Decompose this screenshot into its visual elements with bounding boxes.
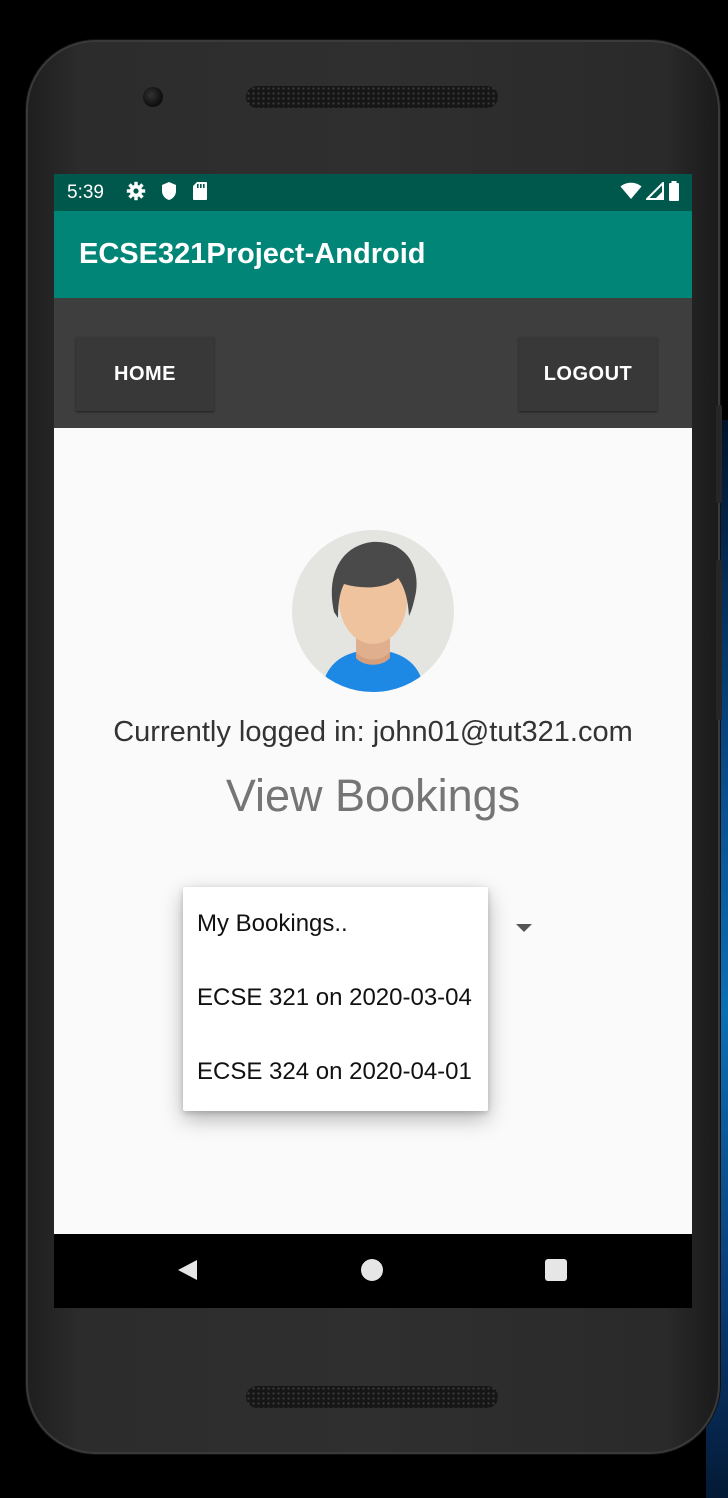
top-speaker-grille — [246, 86, 498, 108]
home-button[interactable]: HOME — [76, 337, 214, 411]
system-nav-bar — [54, 1234, 692, 1308]
back-icon[interactable] — [176, 1259, 198, 1286]
shield-icon — [160, 181, 178, 207]
battery-icon — [668, 181, 680, 207]
status-time: 5:39 — [67, 182, 104, 203]
phone-screen: 5:39 ECSE321Project-Android HOME LOGOUT … — [54, 174, 692, 1308]
user-avatar-icon — [292, 530, 454, 692]
bottom-speaker-grille — [246, 1386, 498, 1408]
recents-icon[interactable] — [545, 1259, 567, 1281]
power-button — [716, 405, 722, 503]
logged-in-label: Currently logged in: john01@tut321.com — [113, 716, 633, 748]
dropdown-option[interactable]: ECSE 321 on 2020-03-04 — [183, 961, 488, 1035]
signal-icon — [644, 180, 664, 206]
logout-button[interactable]: LOGOUT — [519, 337, 657, 411]
top-nav-strip: HOME LOGOUT — [54, 298, 692, 428]
dropdown-option[interactable]: My Bookings.. — [183, 887, 488, 961]
status-bar: 5:39 — [54, 174, 692, 211]
app-bar: ECSE321Project-Android — [54, 211, 692, 298]
home-circle-icon[interactable] — [361, 1259, 383, 1281]
dropdown-option[interactable]: ECSE 324 on 2020-04-01 — [183, 1035, 488, 1109]
wifi-icon — [620, 182, 642, 206]
app-title: ECSE321Project-Android — [79, 238, 426, 270]
page-title: View Bookings — [225, 770, 521, 821]
sd-card-icon — [192, 181, 208, 207]
chevron-down-icon[interactable] — [516, 924, 532, 932]
main-content: Currently logged in: john01@tut321.com V… — [54, 428, 692, 1234]
bookings-dropdown-menu: My Bookings.. ECSE 321 on 2020-03-04 ECS… — [183, 887, 488, 1111]
volume-button — [716, 560, 722, 720]
front-camera — [143, 87, 163, 107]
gear-icon — [126, 181, 146, 207]
